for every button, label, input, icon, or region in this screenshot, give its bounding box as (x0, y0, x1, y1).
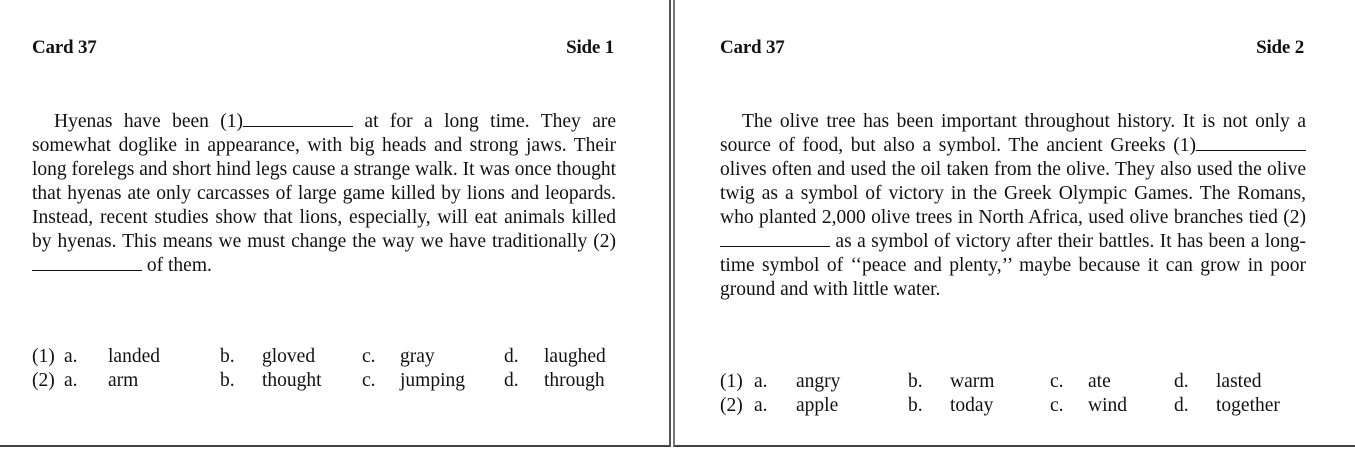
option-letter: a. (754, 395, 768, 416)
question-number: (2) (32, 370, 55, 391)
option-letter: c. (362, 370, 376, 391)
blank-2 (720, 232, 830, 247)
option-letter: d. (1174, 395, 1189, 416)
option-letter: b. (220, 346, 235, 367)
option-letter: c. (1050, 395, 1064, 416)
option-b: thought (262, 370, 322, 391)
blank-1 (243, 112, 354, 127)
page: Card 37 Side 1 Hyenas have been (1) at f… (0, 0, 1355, 449)
option-d: through (544, 370, 605, 391)
card-side-1: Card 37 Side 1 Hyenas have been (1) at f… (0, 0, 671, 447)
option-d: lasted (1216, 371, 1262, 392)
option-a: landed (108, 346, 160, 367)
blank-1 (1196, 136, 1306, 151)
option-a: angry (796, 371, 841, 392)
option-letter: a. (64, 346, 78, 367)
card-label: Card 37 (720, 37, 785, 58)
passage-text-3: of them. (142, 255, 212, 276)
option-a: apple (796, 395, 839, 416)
card-side-2: Card 37 Side 2 The olive tree has been i… (673, 0, 1355, 447)
side-label: Side 1 (566, 37, 614, 58)
option-letter: a. (754, 371, 768, 392)
blank-2 (32, 256, 142, 271)
card-label: Card 37 (32, 37, 97, 58)
option-c: ate (1088, 371, 1111, 392)
passage-paragraph: Hyenas have been (1) at for a long time.… (32, 110, 616, 278)
passage-text-1: Hyenas have been (1) (54, 111, 244, 132)
side-label: Side 2 (1256, 37, 1304, 58)
option-a: arm (108, 370, 139, 391)
option-d: laughed (544, 346, 606, 367)
passage: The olive tree has been important throug… (720, 110, 1306, 302)
option-letter: c. (1050, 371, 1064, 392)
option-c: wind (1088, 395, 1127, 416)
passage-paragraph: The olive tree has been important throug… (720, 110, 1306, 302)
option-c: gray (400, 346, 435, 367)
passage-text-2: at for a long time. They are somewhat do… (32, 111, 616, 252)
option-letter: b. (908, 395, 923, 416)
option-letter: a. (64, 370, 78, 391)
option-d: together (1216, 395, 1280, 416)
question-number: (2) (720, 395, 743, 416)
option-letter: b. (908, 371, 923, 392)
option-b: gloved (262, 346, 316, 367)
option-b: today (950, 395, 994, 416)
passage: Hyenas have been (1) at for a long time.… (32, 110, 616, 278)
passage-text-2: olives often and used the oil taken from… (720, 159, 1306, 228)
option-letter: d. (504, 370, 519, 391)
option-letter: c. (362, 346, 376, 367)
option-c: jumping (400, 370, 466, 391)
option-b: warm (950, 371, 995, 392)
question-number: (1) (32, 346, 55, 367)
option-letter: d. (504, 346, 519, 367)
option-letter: d. (1174, 371, 1189, 392)
question-number: (1) (720, 371, 743, 392)
option-letter: b. (220, 370, 235, 391)
